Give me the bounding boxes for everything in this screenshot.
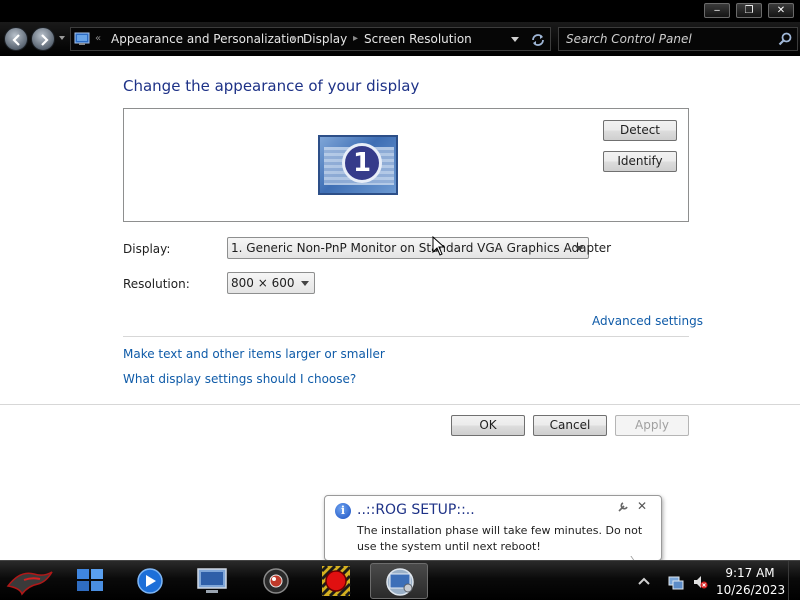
taskbar-display-settings[interactable] [370,563,428,599]
identify-button[interactable]: Identify [603,151,677,172]
windows-explorer-icon [77,569,103,591]
media-player-icon [137,568,163,594]
display-help-link[interactable]: What display settings should I choose? [123,372,356,386]
arrow-left-icon [12,34,20,46]
breadcrumb-appearance[interactable]: Appearance and Personalization [111,32,304,46]
breadcrumb-screen-resolution[interactable]: Screen Resolution [364,32,472,46]
show-desktop-button[interactable] [788,561,800,600]
arrow-right-icon [41,34,49,46]
record-icon [320,564,352,598]
forward-button[interactable] [31,27,55,51]
wrench-icon[interactable] [617,501,629,513]
address-dropdown[interactable] [511,37,519,42]
breadcrumb-display[interactable]: Display [303,32,347,46]
cancel-button[interactable]: Cancel [533,415,607,436]
chevron-down-icon [301,281,309,286]
notification-body: The installation phase will take few min… [357,524,643,553]
taskbar-media-player[interactable] [124,563,176,599]
chevron-down-icon [575,246,583,251]
taskbar-remote-desktop[interactable] [186,563,238,599]
minimize-button[interactable]: ‒ [704,3,730,18]
taskbar-record-app[interactable] [310,563,362,599]
display-select[interactable]: 1. Generic Non-PnP Monitor on Standard V… [227,237,611,259]
taskbar: 9:17 AM 10/26/2023 [0,560,800,600]
detect-button[interactable]: Detect [603,120,677,141]
mouse-cursor-icon [432,236,446,256]
refresh-icon[interactable] [530,32,546,48]
advanced-settings-link[interactable]: Advanced settings [592,314,703,328]
notification-balloon[interactable]: i ..::ROG SETUP::.. ✕ The installation p… [324,495,662,572]
monitor-1-icon[interactable]: 1 [318,135,398,195]
control-panel-icon [74,32,90,45]
resolution-select-value: 800 × 600 [231,276,295,290]
search-icon[interactable] [777,31,793,47]
page-title: Change the appearance of your display [123,77,420,95]
chevron-up-icon[interactable] [636,573,652,589]
title-bar: ‒ ❐ ✕ [0,0,800,22]
breadcrumb[interactable]: « Appearance and Personalization ▸ Displ… [70,27,551,51]
taskbar-camera-app[interactable] [250,563,302,599]
breadcrumb-separator[interactable]: ▸ [292,33,297,44]
display-label: Display: [123,242,171,256]
resolution-select[interactable]: 800 × 600 [227,272,315,294]
resolution-label: Resolution: [123,277,190,291]
notification-close-button[interactable]: ✕ [637,499,647,513]
network-icon[interactable] [668,574,684,590]
monitor-icon [197,568,227,593]
close-button[interactable]: ✕ [768,3,794,18]
taskbar-explorer[interactable] [64,563,116,599]
camera-icon [263,568,289,594]
info-icon: i [335,503,351,519]
apply-button[interactable]: Apply [615,415,689,436]
volume-muted-icon[interactable] [692,574,708,590]
address-bar: « Appearance and Personalization ▸ Displ… [0,22,800,56]
divider [123,336,689,337]
recent-pages-dropdown[interactable] [59,36,65,40]
breadcrumb-separator[interactable]: ▸ [353,33,358,44]
text-size-link[interactable]: Make text and other items larger or smal… [123,347,385,361]
monitor-preview-area: 1 Detect Identify [123,108,689,222]
monitor-number: 1 [342,143,382,183]
search-input[interactable]: Search Control Panel [566,32,692,46]
search-box[interactable]: Search Control Panel [558,27,798,51]
display-settings-icon [386,568,414,596]
maximize-button[interactable]: ❐ [736,3,762,18]
divider [0,404,800,405]
display-select-value: 1. Generic Non-PnP Monitor on Standard V… [231,241,612,255]
notification-title: ..::ROG SETUP::.. [357,502,475,518]
ok-button[interactable]: OK [451,415,525,436]
clock-time[interactable]: 9:17 AM [722,566,778,580]
rog-start-button[interactable] [4,564,56,598]
breadcrumb-overflow[interactable]: « [95,33,101,44]
back-button[interactable] [4,27,28,51]
main-content: Change the appearance of your display 1 … [0,56,800,560]
clock-date[interactable]: 10/26/2023 [716,583,785,597]
